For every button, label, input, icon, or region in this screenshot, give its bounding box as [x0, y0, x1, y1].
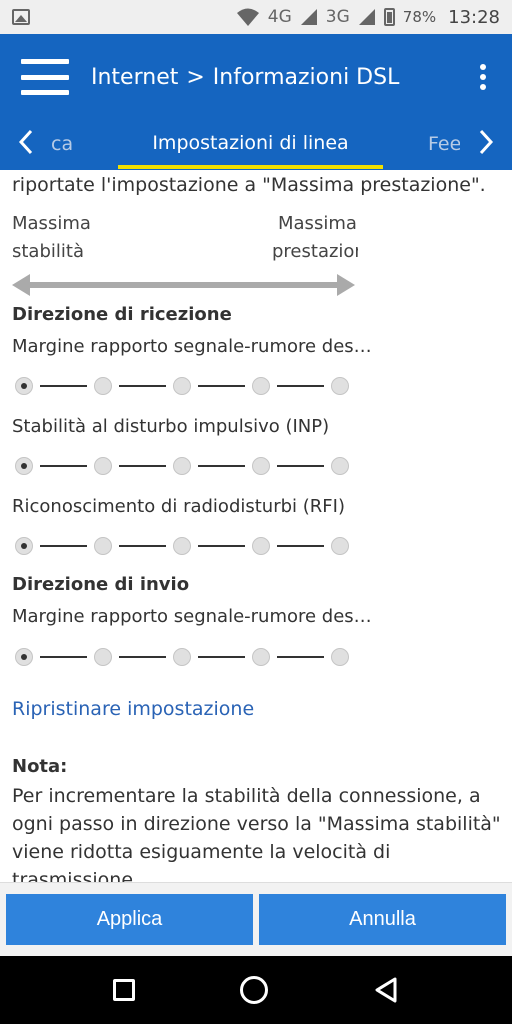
home-icon[interactable]	[239, 976, 268, 1004]
slider-track-segment	[119, 656, 166, 658]
overflow-menu-icon[interactable]	[468, 64, 498, 90]
breadcrumb-separator: >	[186, 64, 205, 90]
scale-left-label: Massima stabilità	[12, 210, 91, 266]
slider-step[interactable]	[15, 537, 33, 555]
slider-step[interactable]	[94, 457, 112, 475]
menu-icon[interactable]	[21, 59, 69, 95]
battery-icon	[383, 8, 395, 26]
snr-send-slider[interactable]	[15, 646, 355, 668]
back-icon[interactable]	[373, 976, 399, 1004]
scale-right-line-1: Massima	[278, 213, 357, 234]
slider-track-segment	[40, 545, 87, 547]
slider-track-segment	[198, 656, 245, 658]
section-receive-title: Direzione di ricezione	[12, 304, 232, 325]
slider-step[interactable]	[15, 648, 33, 666]
status-bar: 4G 3G 78% 13:28	[0, 0, 512, 34]
breadcrumb: Internet > Informazioni DSL	[91, 65, 468, 90]
apply-button[interactable]: Applica	[6, 894, 253, 945]
slider-track-segment	[277, 545, 324, 547]
tab-next[interactable]: Fee	[428, 133, 460, 155]
slider-step[interactable]	[94, 648, 112, 666]
signal-icon	[300, 9, 317, 25]
setting-snr-receive-label: Margine rapporto segnale-rumore des…	[12, 336, 372, 357]
slider-step[interactable]	[252, 648, 270, 666]
setting-rfi-label: Riconoscimento di radiodisturbi (RFI)	[12, 496, 345, 517]
chevron-left-icon[interactable]	[18, 128, 34, 156]
scale-left-line-2: stabilità	[12, 241, 84, 262]
action-bar: Applica Annulla	[0, 882, 512, 956]
breadcrumb-root[interactable]: Internet	[91, 65, 178, 90]
slider-track-segment	[40, 656, 87, 658]
tab-previous[interactable]: ca	[51, 133, 73, 155]
slider-track-segment	[198, 385, 245, 387]
slider-step[interactable]	[252, 377, 270, 395]
recents-icon[interactable]	[112, 979, 135, 1001]
slider-track-segment	[119, 465, 166, 467]
snr-receive-slider[interactable]	[15, 375, 355, 397]
slider-step[interactable]	[331, 537, 349, 555]
slider-track-segment	[198, 465, 245, 467]
tab-impostazioni-di-linea[interactable]: Impostazioni di linea	[118, 132, 383, 154]
slider-step[interactable]	[173, 648, 191, 666]
slider-step[interactable]	[252, 537, 270, 555]
rfi-slider[interactable]	[15, 535, 355, 557]
scale-left-line-1: Massima	[12, 213, 91, 234]
system-nav-bar	[0, 956, 512, 1024]
cancel-button[interactable]: Annulla	[259, 894, 506, 945]
app-bar: Internet > Informazioni DSL	[0, 34, 512, 120]
slider-step[interactable]	[15, 377, 33, 395]
tab-bar: ca Impostazioni di linea Fee	[0, 120, 512, 170]
slider-track-segment	[119, 385, 166, 387]
settings-content[interactable]: riportate l'impostazione a "Massima pres…	[0, 170, 512, 882]
scale-right-label: Massima prestazioni	[272, 210, 358, 266]
battery-percent: 78%	[402, 8, 437, 26]
page-title: Informazioni DSL	[212, 64, 400, 90]
tab-indicator	[118, 165, 383, 169]
clock: 13:28	[448, 6, 500, 28]
note-body: Per incrementare la stabilità della conn…	[12, 785, 501, 882]
network-3g-label: 3G	[325, 7, 350, 27]
scale-right-line-2: prestazioni	[272, 241, 358, 262]
inp-slider[interactable]	[15, 455, 355, 477]
wifi-icon	[236, 8, 259, 26]
note-title: Nota:	[12, 756, 68, 777]
section-send-title: Direzione di invio	[12, 574, 190, 595]
slider-track-segment	[40, 385, 87, 387]
setting-snr-send-label: Margine rapporto segnale-rumore des…	[12, 606, 372, 627]
double-arrow-icon	[12, 274, 355, 296]
slider-track-segment	[198, 545, 245, 547]
slider-step[interactable]	[252, 457, 270, 475]
slider-track-segment	[277, 465, 324, 467]
image-icon	[12, 9, 30, 25]
slider-track-segment	[40, 465, 87, 467]
slider-track-segment	[277, 385, 324, 387]
slider-step[interactable]	[331, 457, 349, 475]
setting-inp-label: Stabilità al disturbo impulsivo (INP)	[12, 416, 330, 437]
slider-step[interactable]	[94, 537, 112, 555]
network-4g-label: 4G	[267, 7, 292, 27]
intro-text: riportate l'impostazione a "Massima pres…	[12, 174, 486, 196]
slider-step[interactable]	[173, 537, 191, 555]
slider-step[interactable]	[331, 648, 349, 666]
slider-track-segment	[277, 656, 324, 658]
slider-step[interactable]	[94, 377, 112, 395]
slider-step[interactable]	[173, 377, 191, 395]
slider-step[interactable]	[15, 457, 33, 475]
slider-step[interactable]	[173, 457, 191, 475]
slider-step[interactable]	[331, 377, 349, 395]
chevron-right-icon[interactable]	[478, 128, 494, 156]
reset-settings-link[interactable]: Ripristinare impostazione	[12, 698, 254, 720]
signal-icon-2	[358, 9, 375, 25]
slider-track-segment	[119, 545, 166, 547]
